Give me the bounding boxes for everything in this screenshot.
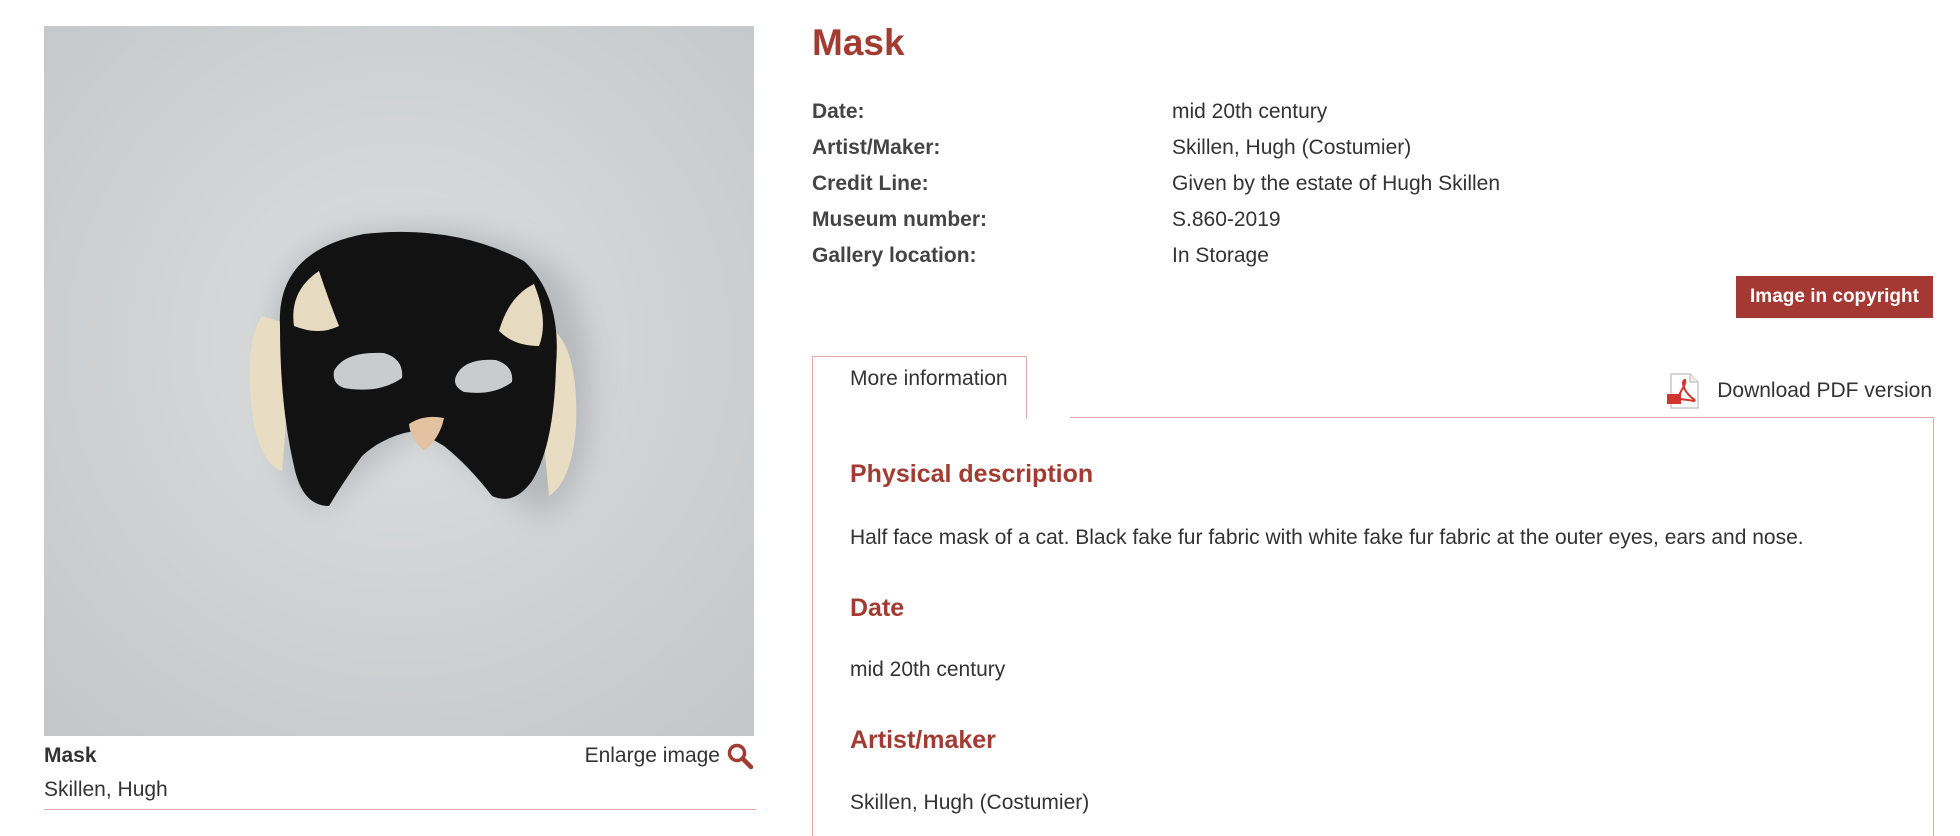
object-photo[interactable] — [44, 26, 754, 736]
physical-description-text: Half face mask of a cat. Black fake fur … — [850, 526, 1804, 549]
tab-divider — [1070, 417, 1933, 418]
artist-maker-text: Skillen, Hugh (Costumier) — [850, 791, 1090, 814]
metadata-value: S.860-2019 — [1172, 208, 1281, 231]
caption-divider — [44, 809, 756, 810]
physical-description-heading: Physical description — [850, 460, 1094, 488]
metadata-row-museum-number: Museum number: S.860-2019 — [812, 204, 1932, 240]
date-text: mid 20th century — [850, 658, 1006, 681]
caption-title: Mask — [44, 744, 97, 767]
metadata-row-credit-line: Credit Line: Given by the estate of Hugh… — [812, 168, 1932, 204]
mask-illustration — [44, 26, 754, 736]
caption-maker: Skillen, Hugh — [44, 778, 168, 801]
metadata-label: Date: — [812, 100, 865, 123]
metadata-value: Given by the estate of Hugh Skillen — [1172, 172, 1501, 195]
magnifier-icon — [727, 743, 754, 770]
metadata-label: Credit Line: — [812, 172, 929, 195]
artist-maker-heading: Artist/maker — [850, 726, 996, 754]
image-copyright-button[interactable]: Image in copyright — [1736, 276, 1933, 318]
enlarge-image-label: Enlarge image — [584, 744, 720, 767]
image-caption: Mask Enlarge image — [44, 740, 754, 770]
download-pdf-label: Download PDF version — [1717, 379, 1932, 402]
metadata-row-gallery-location: Gallery location: In Storage — [812, 240, 1932, 276]
metadata-value: In Storage — [1172, 244, 1269, 267]
date-heading: Date — [850, 594, 905, 622]
metadata-value: Skillen, Hugh (Costumier) — [1172, 136, 1412, 159]
object-page: Mask Enlarge image Skillen, Hugh Mask Da… — [0, 0, 1960, 836]
metadata-row-artist-maker: Artist/Maker: Skillen, Hugh (Costumier) — [812, 132, 1932, 168]
object-metadata: Date: mid 20th century Artist/Maker: Ski… — [812, 96, 1932, 276]
enlarge-image-link[interactable]: Enlarge image — [585, 742, 754, 770]
metadata-label: Museum number: — [812, 208, 988, 231]
download-pdf-link[interactable]: Download PDF version — [1665, 372, 1932, 410]
tab-label: More information — [850, 367, 1008, 390]
page-title: Mask — [812, 22, 905, 63]
metadata-label: Gallery location: — [812, 244, 977, 267]
metadata-value: mid 20th century — [1172, 100, 1328, 123]
pdf-icon — [1667, 373, 1699, 409]
tab-more-information[interactable]: More information — [812, 356, 1027, 419]
metadata-row-date: Date: mid 20th century — [812, 96, 1932, 132]
metadata-label: Artist/Maker: — [812, 136, 941, 159]
